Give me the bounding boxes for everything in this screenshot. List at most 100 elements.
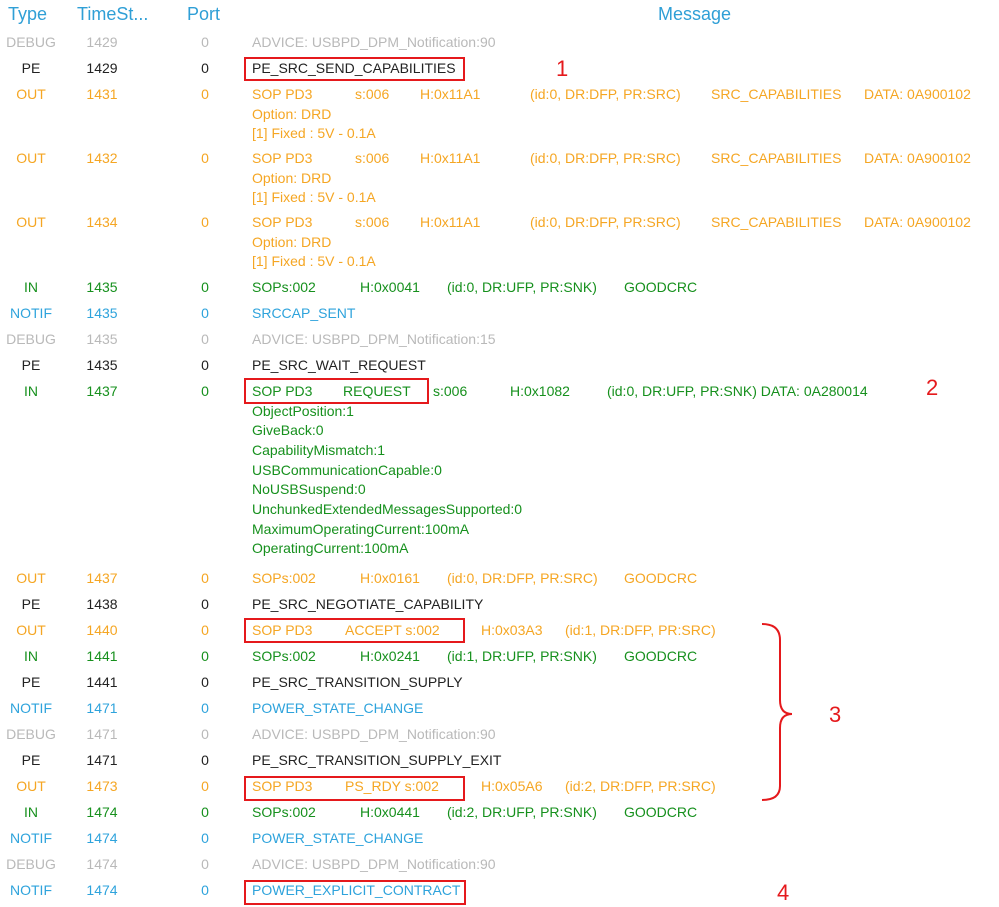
log-message-field: H:0x0241 [360, 648, 420, 664]
log-message-detail-line: NoUSBSuspend:0 [252, 481, 366, 498]
log-message-field: (id:1, DR:DFP, PR:SRC) [565, 622, 716, 638]
log-type-cell: IN [24, 383, 38, 399]
log-message-field: (id:0, DR:UFP, PR:SNK) DATA: 0A280014 [607, 383, 868, 399]
log-port-cell: 0 [201, 856, 209, 872]
log-message-detail-line: UnchunkedExtendedMessagesSupported:0 [252, 501, 523, 517]
log-type-cell: IN [24, 279, 38, 295]
log-timestamp-cell: 1440 [86, 622, 118, 638]
log-message-field: (id:2, DR:UFP, PR:SNK) [447, 804, 597, 820]
log-message-field: GOODCRC [624, 648, 698, 664]
log-message-field: PE_SRC_TRANSITION_SUPPLY_EXIT [252, 752, 502, 768]
log-port-cell: 0 [201, 830, 209, 846]
log-type-cell: PE [21, 357, 41, 373]
log-port-cell: 0 [201, 34, 209, 50]
log-port-cell: 0 [201, 357, 209, 373]
log-message-field: s:006 [355, 214, 390, 230]
log-port-cell: 0 [201, 804, 209, 820]
highlight-box-3b [244, 776, 465, 801]
log-message-detail-line: CapabilityMismatch:1 [252, 441, 386, 458]
log-message-field: H:0x03A3 [481, 622, 543, 638]
log-message-field: SOP PD3 [252, 214, 313, 230]
log-port-cell: 0 [201, 648, 209, 664]
log-message-field: GOODCRC [624, 570, 698, 586]
log-port-cell: 0 [201, 383, 209, 399]
annotation-number-3: 3 [829, 702, 842, 727]
log-type-cell: NOTIF [10, 700, 52, 716]
log-timestamp-cell: 1437 [86, 570, 118, 586]
log-message-detail-line: Option: DRD [252, 105, 332, 122]
log-timestamp-cell: 1435 [86, 357, 118, 373]
brace-icon [761, 623, 793, 801]
column-header-timestamp[interactable]: TimeSt... [77, 4, 148, 25]
highlight-box-1 [244, 57, 465, 81]
log-port-cell: 0 [201, 882, 209, 898]
log-port-cell: 0 [201, 752, 209, 768]
log-message-field: SRCCAP_SENT [252, 305, 356, 321]
log-message-field: (id:0, DR:DFP, PR:SRC) [530, 150, 681, 166]
log-port-cell: 0 [201, 726, 209, 742]
log-message-field: POWER_STATE_CHANGE [252, 830, 424, 846]
log-type-cell: PE [21, 674, 41, 690]
log-type-cell: PE [21, 60, 41, 76]
log-type-cell: OUT [16, 86, 46, 102]
log-message-detail-line: [1] Fixed : 5V - 0.1A [252, 125, 376, 141]
log-timestamp-cell: 1432 [86, 150, 118, 166]
log-type-cell: IN [24, 804, 38, 820]
log-message-field: SRC_CAPABILITIES [711, 150, 842, 166]
log-timestamp-cell: 1437 [86, 383, 118, 399]
log-timestamp-cell: 1435 [86, 305, 118, 321]
log-timestamp-cell: 1431 [86, 86, 118, 102]
log-message-field: SOPs:002 [252, 648, 316, 664]
log-type-cell: DEBUG [6, 331, 56, 347]
log-message-field: s:006 [433, 383, 468, 399]
log-message-field: DATA: 0A900102 [864, 150, 971, 166]
log-type-cell: OUT [16, 214, 46, 230]
log-message-field: (id:0, DR:DFP, PR:SRC) [530, 214, 681, 230]
log-timestamp-cell: 1429 [86, 34, 118, 50]
log-type-cell: NOTIF [10, 830, 52, 846]
log-port-cell: 0 [201, 279, 209, 295]
log-message-field: PE_SRC_WAIT_REQUEST [252, 357, 426, 373]
log-message-field: H:0x05A6 [481, 778, 543, 794]
log-message-detail-line: USBCommunicationCapable:0 [252, 461, 442, 478]
log-message-field: (id:1, DR:UFP, PR:SNK) [447, 648, 597, 664]
log-message-field: H:0x0161 [360, 570, 420, 586]
log-type-cell: NOTIF [10, 882, 52, 898]
log-message-field: H:0x1082 [510, 383, 570, 399]
log-type-cell: DEBUG [6, 726, 56, 742]
log-timestamp-cell: 1473 [86, 778, 118, 794]
log-timestamp-cell: 1471 [86, 726, 118, 742]
log-timestamp-cell: 1474 [86, 882, 118, 898]
log-port-cell: 0 [201, 596, 209, 612]
highlight-box-3a [244, 618, 465, 643]
log-port-cell: 0 [201, 214, 209, 230]
log-message-field: (id:2, DR:DFP, PR:SRC) [565, 778, 716, 794]
log-timestamp-cell: 1434 [86, 214, 118, 230]
highlight-box-2 [244, 378, 429, 404]
log-message-field: H:0x11A1 [420, 214, 481, 230]
log-timestamp-cell: 1474 [86, 856, 118, 872]
log-message-field: SRC_CAPABILITIES [711, 214, 842, 230]
log-port-cell: 0 [201, 570, 209, 586]
log-timestamp-cell: 1471 [86, 752, 118, 768]
log-timestamp-cell: 1438 [86, 596, 118, 612]
column-header-message[interactable]: Message [658, 4, 731, 25]
log-timestamp-cell: 1441 [86, 674, 118, 690]
log-message-field: PE_SRC_TRANSITION_SUPPLY [252, 674, 463, 690]
log-message-field: POWER_STATE_CHANGE [252, 700, 424, 716]
log-message-detail-line: [1] Fixed : 5V - 0.1A [252, 253, 376, 269]
log-timestamp-cell: 1435 [86, 279, 118, 295]
log-port-cell: 0 [201, 622, 209, 638]
log-message-field: GOODCRC [624, 279, 698, 295]
annotation-number-2: 2 [926, 375, 939, 400]
log-message-field: H:0x11A1 [420, 86, 481, 102]
log-timestamp-cell: 1471 [86, 700, 118, 716]
log-type-cell: OUT [16, 570, 46, 586]
log-message-field: ADVICE: USBPD_DPM_Notification:90 [252, 856, 496, 872]
column-header-port[interactable]: Port [187, 4, 220, 25]
log-port-cell: 0 [201, 700, 209, 716]
log-message-field: s:006 [355, 150, 390, 166]
log-type-cell: OUT [16, 622, 46, 638]
column-header-type[interactable]: Type [8, 4, 47, 25]
log-message-detail-line: Option: DRD [252, 233, 332, 250]
